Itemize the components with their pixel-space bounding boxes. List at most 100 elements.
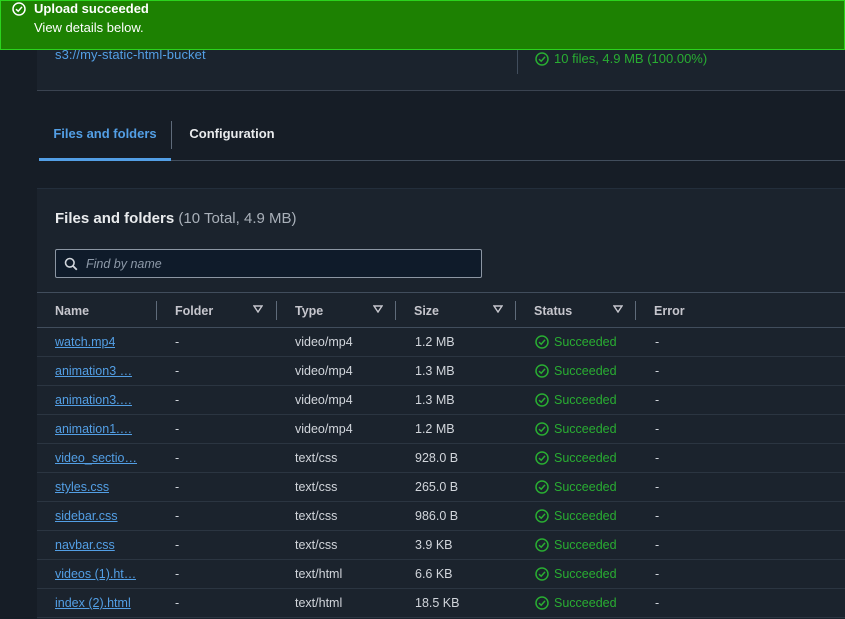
file-name-link[interactable]: animation1.… — [55, 422, 132, 436]
success-banner: Upload succeeded View details below. — [0, 0, 845, 50]
file-name-link[interactable]: video_sectio… — [55, 451, 137, 465]
folder-cell: - — [175, 422, 180, 436]
status-cell: Succeeded — [535, 531, 617, 559]
file-name-cell: videos (1).ht… — [55, 560, 147, 588]
error-cell: - — [655, 422, 660, 436]
file-name-cell: navbar.css — [55, 531, 147, 559]
table-header: Name Folder Type Size Status Error — [37, 292, 845, 328]
folder-cell: - — [175, 509, 180, 523]
type-cell: video/mp4 — [295, 393, 353, 407]
size-cell: 928.0 B — [415, 451, 459, 465]
status-text: Succeeded — [554, 422, 617, 436]
file-name-link[interactable]: videos (1).ht… — [55, 567, 136, 581]
type-cell: text/css — [295, 480, 338, 494]
check-circle-icon — [535, 509, 549, 523]
file-name-cell: animation3 … — [55, 357, 147, 385]
column-header-status[interactable]: Status — [534, 293, 572, 328]
tab-configuration[interactable]: Configuration — [172, 119, 292, 160]
status-text: Succeeded — [554, 567, 617, 581]
panel-title-text: Files and folders — [55, 210, 175, 227]
search-icon — [64, 257, 78, 270]
error-cell: - — [655, 451, 660, 465]
sort-down-icon[interactable] — [253, 305, 263, 313]
succeeded-summary-text: 10 files, 4.9 MB (100.00%) — [554, 51, 708, 66]
status-text: Succeeded — [554, 364, 617, 378]
check-circle-icon — [535, 422, 549, 436]
status-cell: Succeeded — [535, 502, 617, 530]
size-cell: 1.3 MB — [415, 364, 455, 378]
banner-title: Upload succeeded — [34, 1, 149, 16]
table-row: videos (1).ht… - text/html 6.6 KB Succee… — [37, 560, 845, 589]
table-row: index (2).html - text/html 18.5 KB Succe… — [37, 589, 845, 618]
check-circle-icon — [535, 538, 549, 552]
file-name-link[interactable]: animation3.… — [55, 393, 132, 407]
sort-down-icon[interactable] — [613, 305, 623, 313]
type-cell: video/mp4 — [295, 422, 353, 436]
column-header-error[interactable]: Error — [654, 293, 685, 328]
file-name-link[interactable]: index (2).html — [55, 596, 131, 610]
table-body: watch.mp4 - video/mp4 1.2 MB Succeeded -… — [37, 328, 845, 618]
error-cell: - — [655, 480, 660, 494]
file-name-link[interactable]: navbar.css — [55, 538, 115, 552]
column-divider — [395, 301, 396, 320]
file-name-cell: animation1.… — [55, 415, 147, 443]
table-row: video_sectio… - text/css 928.0 B Succeed… — [37, 444, 845, 473]
table-row: watch.mp4 - video/mp4 1.2 MB Succeeded - — [37, 328, 845, 357]
size-cell: 1.2 MB — [415, 422, 455, 436]
status-text: Succeeded — [554, 335, 617, 349]
column-header-size[interactable]: Size — [414, 293, 439, 328]
file-name-link[interactable]: watch.mp4 — [55, 335, 115, 349]
succeeded-summary: 10 files, 4.9 MB (100.00%) — [535, 51, 707, 66]
file-name-link[interactable]: sidebar.css — [55, 509, 118, 523]
status-cell: Succeeded — [535, 589, 617, 617]
table-row: animation3.… - video/mp4 1.3 MB Succeede… — [37, 386, 845, 415]
sort-down-icon[interactable] — [373, 305, 383, 313]
column-divider — [635, 301, 636, 320]
status-cell: Succeeded — [535, 560, 617, 588]
search-input[interactable] — [86, 256, 466, 271]
status-text: Succeeded — [554, 393, 617, 407]
error-cell: - — [655, 393, 660, 407]
size-cell: 1.3 MB — [415, 393, 455, 407]
status-cell: Succeeded — [535, 444, 617, 472]
type-cell: text/html — [295, 567, 343, 581]
check-circle-icon — [535, 393, 549, 407]
status-cell: Succeeded — [535, 473, 617, 501]
files-table: Name Folder Type Size Status Error watch… — [37, 292, 845, 618]
size-cell: 986.0 B — [415, 509, 459, 523]
summary-divider — [517, 48, 518, 74]
table-row: sidebar.css - text/css 986.0 B Succeeded… — [37, 502, 845, 531]
file-name-link[interactable]: animation3 … — [55, 364, 132, 378]
status-text: Succeeded — [554, 509, 617, 523]
folder-cell: - — [175, 480, 180, 494]
column-header-type[interactable]: Type — [295, 293, 323, 328]
banner-subtitle: View details below. — [34, 20, 144, 35]
error-cell: - — [655, 538, 660, 552]
status-text: Succeeded — [554, 480, 617, 494]
column-divider — [515, 301, 516, 320]
column-header-name[interactable]: Name — [55, 293, 89, 328]
column-header-folder[interactable]: Folder — [175, 293, 213, 328]
tab-files-and-folders[interactable]: Files and folders — [39, 119, 171, 161]
check-circle-icon — [535, 335, 549, 349]
type-cell: video/mp4 — [295, 335, 353, 349]
type-cell: text/css — [295, 509, 338, 523]
table-row: styles.css - text/css 265.0 B Succeeded … — [37, 473, 845, 502]
error-cell: - — [655, 364, 660, 378]
status-text: Succeeded — [554, 596, 617, 610]
size-cell: 3.9 KB — [415, 538, 453, 552]
file-name-cell: styles.css — [55, 473, 147, 501]
panel-title-count: (10 Total, 4.9 MB) — [178, 210, 297, 227]
status-cell: Succeeded — [535, 328, 617, 356]
folder-cell: - — [175, 364, 180, 378]
folder-cell: - — [175, 393, 180, 407]
file-name-cell: watch.mp4 — [55, 328, 147, 356]
files-and-folders-panel: Files and folders (10 Total, 4.9 MB) Nam… — [37, 188, 845, 619]
file-name-link[interactable]: styles.css — [55, 480, 109, 494]
size-cell: 6.6 KB — [415, 567, 453, 581]
type-cell: text/css — [295, 538, 338, 552]
status-text: Succeeded — [554, 451, 617, 465]
sort-down-icon[interactable] — [493, 305, 503, 313]
search-box[interactable] — [55, 249, 482, 278]
table-row: animation3 … - video/mp4 1.3 MB Succeede… — [37, 357, 845, 386]
